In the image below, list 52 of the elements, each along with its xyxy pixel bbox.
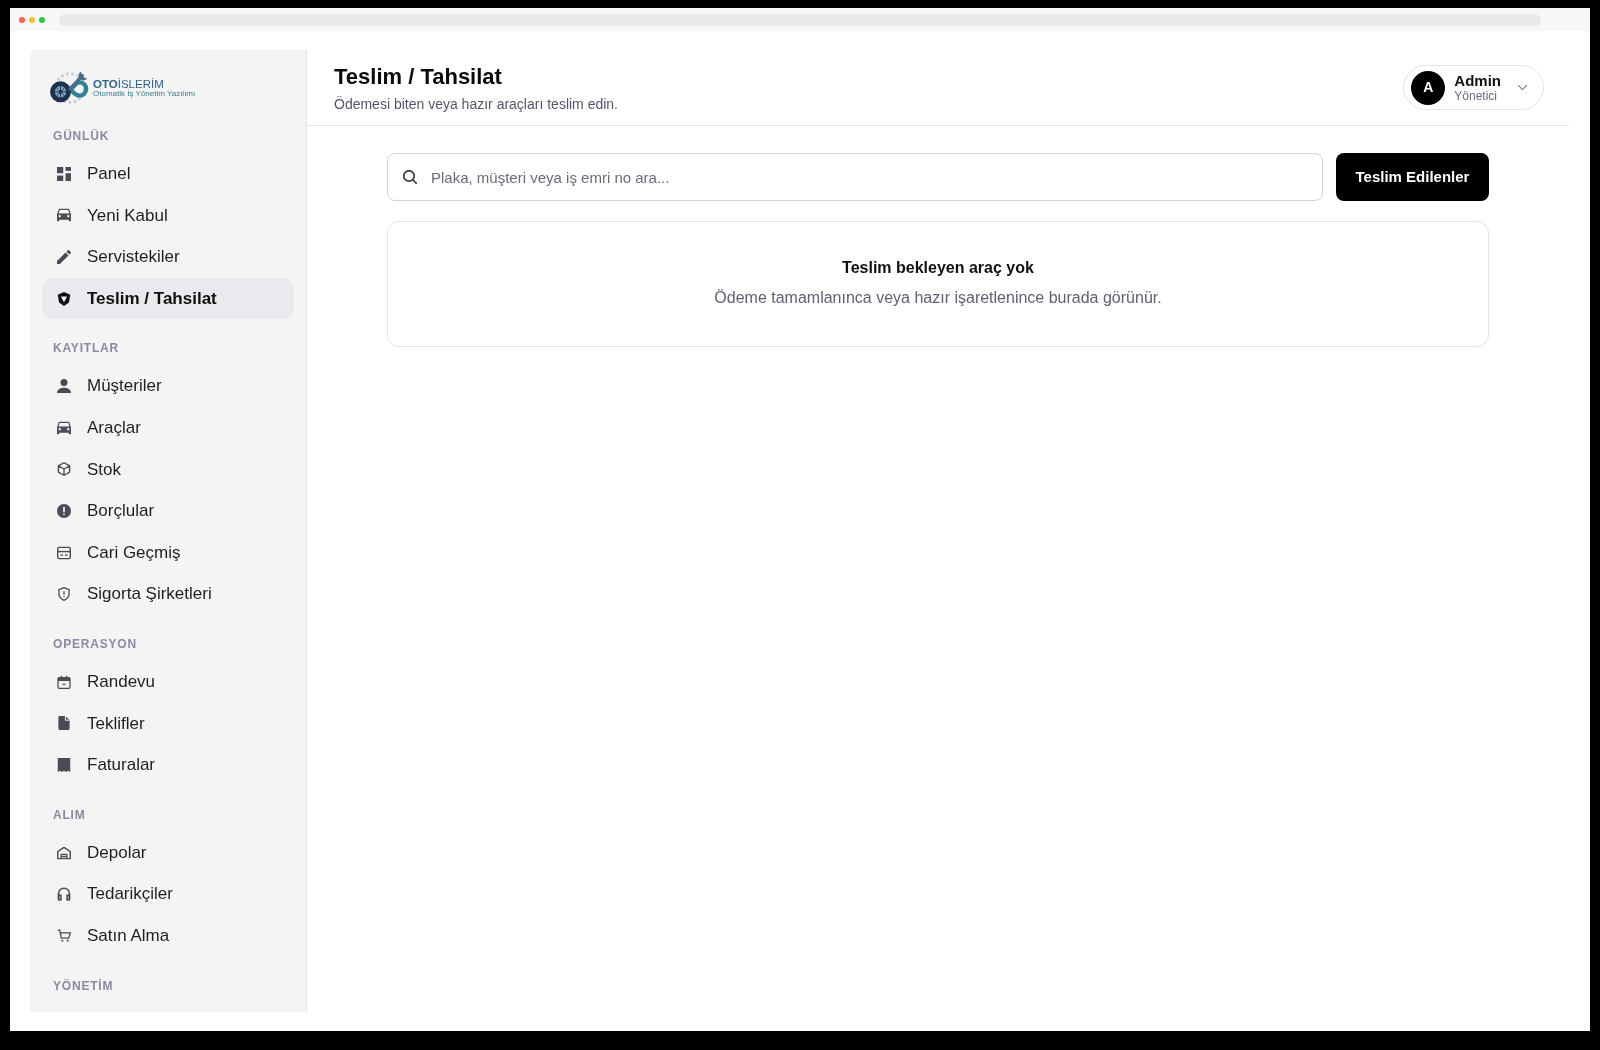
sidebar-item[interactable]: Araçlar: [42, 406, 294, 449]
car-icon: [57, 208, 71, 223]
sidebar-item[interactable]: Borçlular: [42, 490, 294, 532]
delivered-list-button[interactable]: Teslim Edilenler: [1336, 153, 1489, 201]
section-label: YÖNETİM: [52, 977, 115, 994]
exclamation-circle-icon: [57, 503, 71, 518]
section-label: OPERASYON: [52, 635, 138, 652]
sidebar-item[interactable]: Sigorta Şirketleri: [42, 573, 294, 615]
document-icon: [57, 716, 71, 731]
shield-icon: [57, 587, 71, 602]
section-label: GÜNLÜK: [52, 128, 111, 144]
logo-tagline: Otomatik İş Yönetim Yazılımı: [93, 89, 196, 99]
sidebar-item[interactable]: Randevu: [42, 660, 294, 703]
section-label: KAYITLAR: [52, 340, 120, 357]
chevron-down-icon: [1518, 85, 1527, 90]
search-icon: [403, 170, 417, 184]
sidebar-item[interactable]: Teklifler: [42, 702, 294, 745]
pencil-icon: [57, 250, 71, 264]
user-avatar: A: [1411, 70, 1446, 105]
cart-icon: [57, 928, 71, 943]
sidebar-item[interactable]: Servistekiler: [42, 236, 294, 278]
sidebar-item[interactable]: Panel: [42, 153, 294, 195]
sidebar-item[interactable]: Yeni Kabul: [42, 194, 294, 237]
window-controls-icon: [19, 16, 45, 23]
logo-wordmark: OTOİSLERİM: [93, 77, 165, 90]
receipt-icon: [57, 757, 71, 772]
sidebar-item[interactable]: Satın Alma: [42, 914, 294, 957]
sidebar-item[interactable]: Müşteriler: [42, 365, 294, 407]
empty-state-title: Teslim bekleyen araç yok: [842, 258, 1034, 278]
warehouse-icon: [57, 845, 71, 860]
page-subtitle: Ödemesi biten veya hazır araçları teslim edin.: [334, 94, 618, 113]
user-menu-button[interactable]: A Admin Yönetici: [1403, 65, 1544, 110]
sidebar-item[interactable]: Faturalar: [42, 744, 294, 786]
user-name: Admin: [1454, 72, 1501, 89]
sidebar-item[interactable]: Cari Geçmiş: [42, 531, 294, 574]
sidebar-item[interactable]: Teslim / Tahsilat: [42, 277, 294, 320]
card-icon: [57, 545, 71, 560]
section-label: ALIM: [52, 806, 87, 823]
search-field[interactable]: Plaka, müşteri veya iş emri no ara...: [387, 153, 1323, 201]
person-icon: [57, 379, 71, 394]
cube-icon: [57, 462, 71, 477]
dashboard-icon: [57, 166, 71, 181]
calendar-icon: [57, 674, 71, 689]
headset-icon: [57, 887, 71, 902]
user-role: Yönetici: [1454, 89, 1499, 103]
sidebar-item[interactable]: Stok: [42, 448, 294, 491]
car-icon: [57, 420, 71, 435]
sidebar-item[interactable]: Tedarikçiler: [42, 873, 294, 915]
sidebar-item[interactable]: Depolar: [42, 831, 294, 874]
shield-icon: [57, 291, 71, 306]
page-title: Teslim / Tahsilat: [334, 62, 503, 91]
empty-state-message: Ödeme tamamlanınca veya hazır işaretlenince burada görünür.: [714, 288, 1162, 308]
